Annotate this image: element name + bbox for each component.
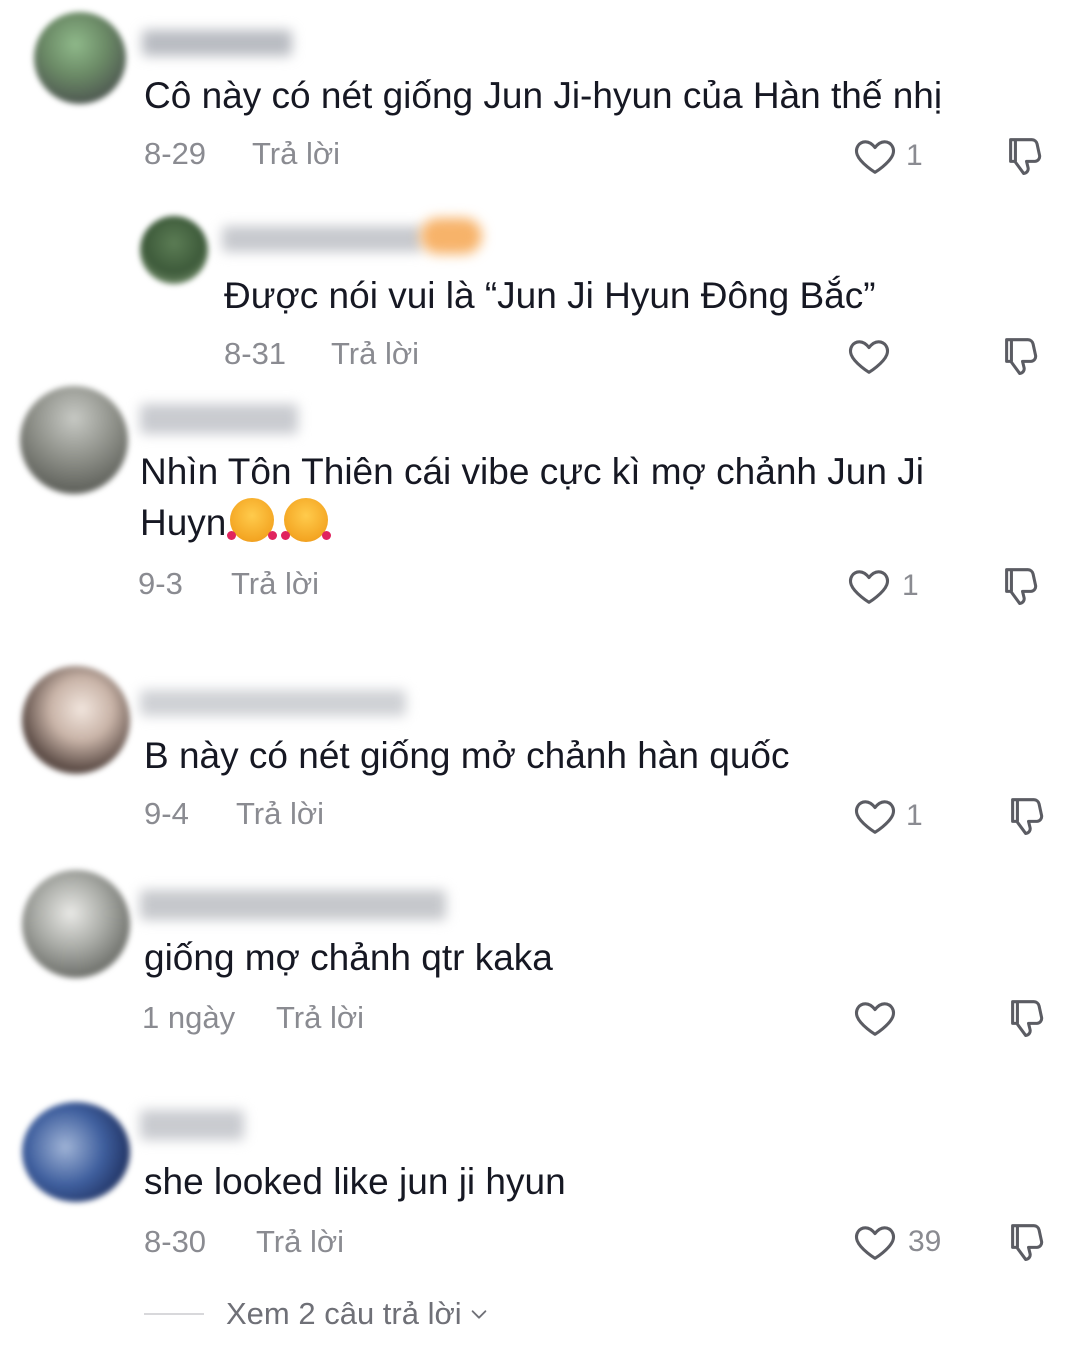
comment-date: 8-30 (144, 1224, 207, 1259)
like-count: 1 (906, 799, 923, 832)
view-replies-button[interactable]: Xem 2 câu trả lời (144, 1292, 490, 1336)
thumbs-down-icon[interactable] (1002, 133, 1048, 179)
comment-text: B này có nét giống mở chảnh hàn quốc (144, 735, 790, 776)
heart-icon[interactable] (852, 793, 898, 839)
comment-date: 8-31 (224, 336, 287, 371)
reply-button[interactable]: Trả lời (256, 1224, 344, 1260)
heart-icon[interactable] (852, 133, 898, 179)
thumbs-down-icon[interactable] (1004, 793, 1050, 839)
username[interactable] (222, 226, 422, 252)
comment-text: she looked like jun ji hyun (144, 1161, 566, 1202)
smiling-face-with-hearts-emoji (227, 498, 278, 542)
like-count: 1 (902, 569, 919, 602)
avatar[interactable] (34, 12, 126, 104)
username[interactable] (140, 404, 298, 434)
reply-button[interactable]: Trả lời (331, 336, 419, 372)
heart-icon[interactable] (852, 995, 898, 1041)
comment-text: Nhìn Tôn Thiên cái vibe cực kì mợ chảnh … (140, 451, 924, 492)
reply-button[interactable]: Trả lời (276, 1000, 364, 1036)
username[interactable] (140, 1110, 244, 1140)
thumbs-down-icon[interactable] (998, 333, 1044, 379)
comment-section: Cô này có nét giống Jun Ji-hyun của Hàn … (0, 0, 1080, 1350)
reply-item: Được nói vui là “Jun Ji Hyun Đông Bắc” 8… (0, 196, 1080, 391)
avatar[interactable] (22, 666, 130, 774)
comment-date: 9-3 (138, 566, 183, 601)
username-badge (420, 218, 482, 254)
avatar[interactable] (140, 216, 208, 284)
reply-button[interactable]: Trả lời (236, 796, 324, 832)
heart-icon[interactable] (846, 563, 892, 609)
comment-date: 1 ngày (142, 1000, 236, 1035)
comment-text: giống mợ chảnh qtr kaka (144, 937, 553, 978)
heart-icon[interactable] (846, 333, 892, 379)
comment-text: Huyn (140, 502, 227, 543)
comment-item: Nhìn Tôn Thiên cái vibe cực kì mợ chảnh … (0, 386, 1080, 637)
avatar[interactable] (22, 1102, 130, 1202)
comment-date: 8-29 (144, 136, 207, 171)
comment-text-line2: Huyn (140, 497, 332, 548)
like-count: 39 (908, 1225, 942, 1258)
comment-text: Cô này có nét giống Jun Ji-hyun của Hàn … (144, 75, 943, 116)
avatar[interactable] (20, 386, 128, 494)
username[interactable] (140, 690, 406, 716)
username[interactable] (140, 890, 446, 920)
view-replies-label: Xem 2 câu trả lời (226, 1296, 462, 1331)
chevron-down-icon (471, 1310, 487, 1319)
reply-button[interactable]: Trả lời (252, 136, 340, 172)
comment-item: Cô này có nét giống Jun Ji-hyun của Hàn … (0, 0, 1080, 197)
like-count: 1 (906, 139, 923, 172)
comment-text: Được nói vui là “Jun Ji Hyun Đông Bắc” (224, 275, 876, 316)
reply-button[interactable]: Trả lời (231, 566, 319, 602)
username[interactable] (142, 30, 292, 56)
comment-item: giống mợ chảnh qtr kaka 1 ngày Trả lời (0, 862, 1080, 1061)
smiling-face-with-hearts-emoji (281, 498, 332, 542)
thumbs-down-icon[interactable] (1004, 995, 1050, 1041)
divider (144, 1313, 204, 1315)
comment-date: 9-4 (144, 796, 189, 831)
thumbs-down-icon[interactable] (998, 563, 1044, 609)
comment-item: B này có nét giống mở chảnh hàn quốc 9-4… (0, 636, 1080, 863)
thumbs-down-icon[interactable] (1004, 1219, 1050, 1265)
avatar[interactable] (22, 870, 130, 978)
heart-icon[interactable] (852, 1219, 898, 1265)
